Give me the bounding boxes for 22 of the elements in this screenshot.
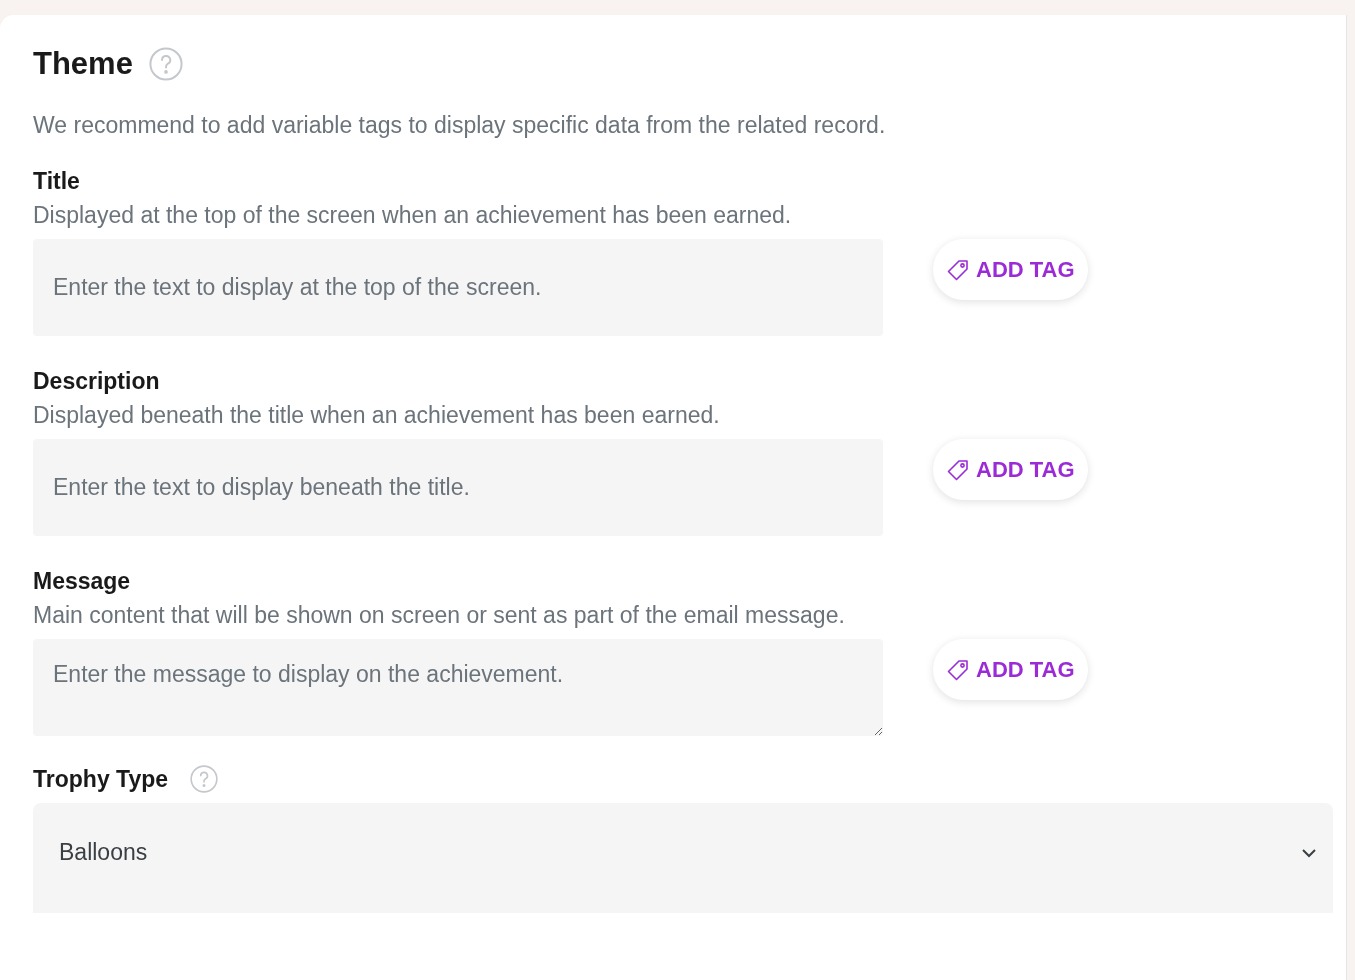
field-label: Trophy Type (33, 765, 169, 794)
help-icon[interactable] (190, 765, 219, 794)
text-field[interactable]: Enter the text to display at the top of the screen. (33, 239, 883, 336)
field-label: Description (33, 367, 161, 396)
chevron-down-icon (1301, 847, 1317, 858)
tag-icon (946, 657, 970, 682)
field-description: Displayed beneath the title when an achievement has been earned. (33, 401, 721, 430)
tag-icon (946, 457, 970, 482)
field-description: Main content that will be shown on screen or sent as part of the email message. (33, 601, 846, 630)
add-tag-button[interactable]: ADD TAG (933, 639, 1088, 700)
trophy-select[interactable]: Balloons (33, 802, 1333, 913)
text-field[interactable]: Enter the text to display beneath the title. (33, 439, 883, 536)
field-label: Message (33, 567, 132, 596)
add-tag-button[interactable]: ADD TAG (933, 439, 1088, 500)
field-description: Displayed at the top of the screen when an achievement has been earned. (33, 201, 793, 230)
add-tag-button[interactable]: ADD TAG (933, 239, 1088, 300)
tag-icon (946, 257, 970, 282)
help-icon[interactable] (148, 47, 183, 82)
section-title: Theme (33, 45, 133, 83)
intro-text: We recommend to add variable tags to display specific data from the related record. (33, 110, 887, 140)
message-field[interactable]: Enter the message to display on the achievement. (33, 639, 883, 736)
field-label: Title (33, 167, 81, 196)
